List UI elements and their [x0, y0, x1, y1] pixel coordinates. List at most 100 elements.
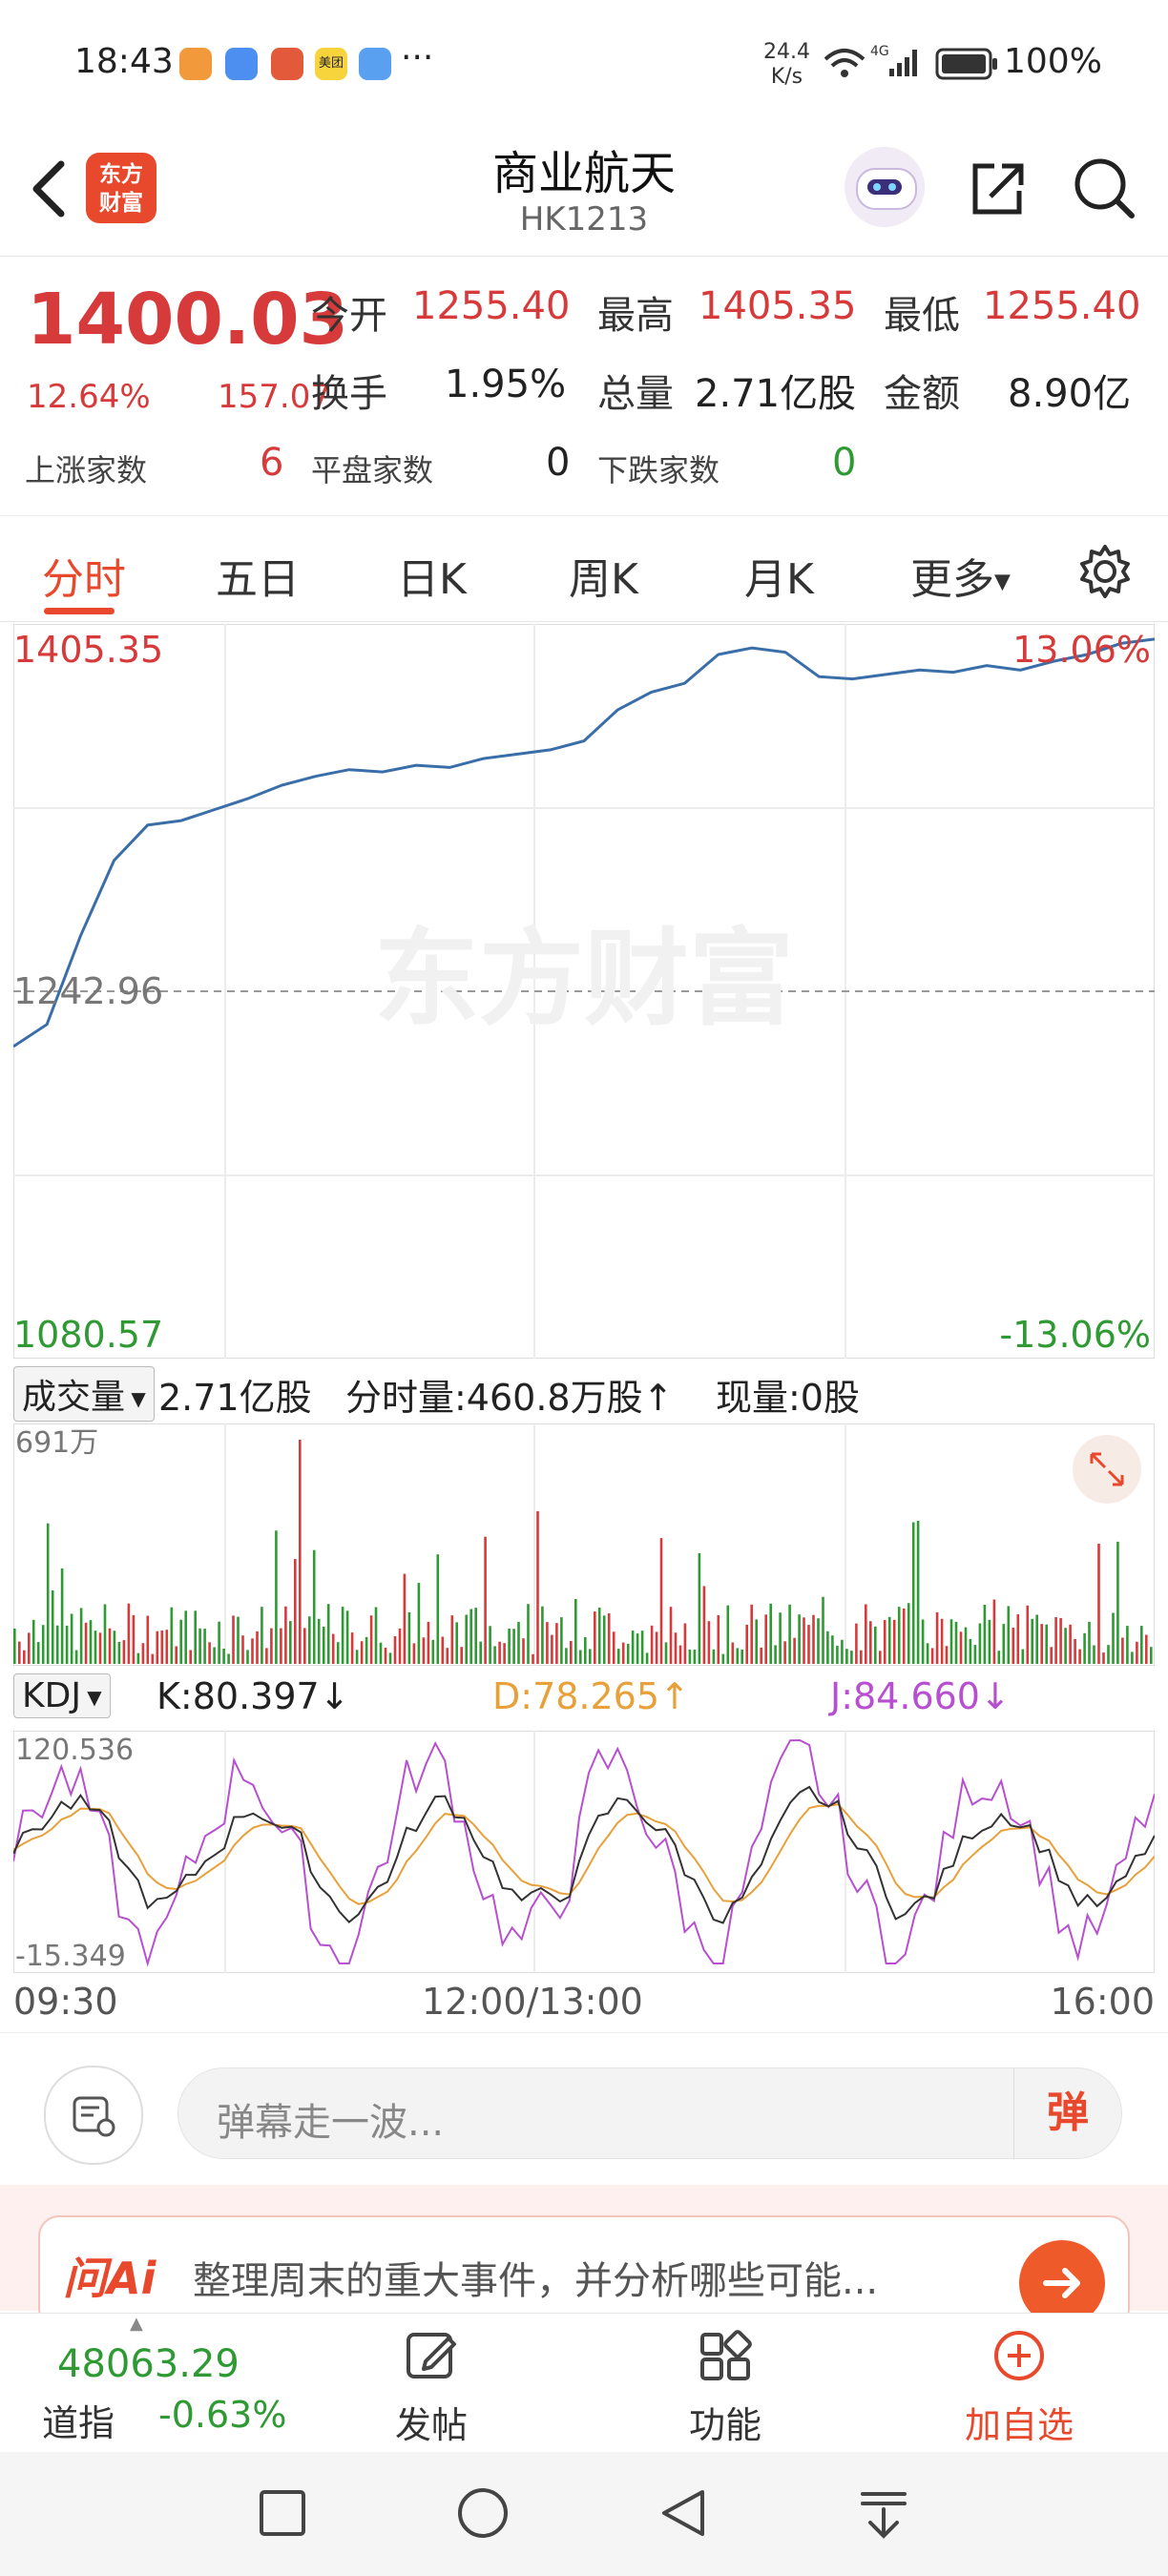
ai-assistant-robot-icon[interactable]	[845, 147, 925, 227]
time-axis: 09:30 12:00/13:00 16:00	[0, 1981, 1168, 2028]
notification-pulldown-icon[interactable]	[857, 2486, 910, 2540]
volume-bar	[798, 1614, 801, 1664]
volume-bar	[926, 1643, 929, 1664]
volume-bar	[897, 1607, 901, 1664]
danmu-settings-button[interactable]	[44, 2066, 143, 2165]
volume-value: 2.71亿股	[695, 372, 857, 416]
expand-chart-icon[interactable]	[1073, 1435, 1141, 1504]
tab-intraday[interactable]: 分时	[42, 545, 126, 606]
post-button[interactable]: 发帖	[345, 2314, 517, 2453]
volume-bar	[522, 1638, 525, 1664]
volume-bar	[108, 1628, 112, 1664]
tab-more[interactable]: 更多▼	[910, 545, 1011, 606]
volume-bar	[750, 1604, 753, 1664]
volume-bar	[1002, 1624, 1006, 1664]
ai-banner-area: 问Ai 整理周末的重大事件，并分析哪些可能...	[0, 2185, 1168, 2330]
volume-bar	[28, 1632, 31, 1664]
status-time: 18:43	[74, 42, 174, 81]
volume-label: 总量	[597, 372, 674, 416]
intraday-price-chart[interactable]: 东方财富 1405.35 13.06% 1242.96 1080.57 -13.…	[13, 624, 1155, 1359]
volume-bar	[312, 1549, 316, 1664]
volume-bar	[508, 1629, 511, 1664]
volume-bar	[612, 1631, 615, 1664]
volume-bar	[1107, 1645, 1110, 1664]
add-watchlist-button[interactable]: 加自选	[933, 2314, 1105, 2453]
recent-apps-square-icon[interactable]	[258, 2488, 307, 2538]
header: 东方 财富 商业航天 HK1213	[0, 134, 1168, 257]
tab-monthly-k[interactable]: 月K	[744, 545, 814, 606]
volume-bar	[678, 1645, 682, 1664]
volume-bar	[450, 1615, 454, 1664]
share-icon[interactable]	[964, 155, 1031, 221]
volume-bar	[726, 1605, 730, 1664]
volume-bar	[745, 1625, 748, 1664]
volume-bar	[479, 1641, 482, 1664]
change-percent: 12.64%	[27, 378, 151, 416]
low-label: 最低	[884, 294, 960, 338]
volume-bar	[532, 1653, 534, 1664]
volume-bar	[755, 1619, 758, 1664]
volume-bar	[822, 1596, 824, 1664]
danmu-send-button[interactable]: 弹	[1013, 2068, 1121, 2158]
volume-bar	[1126, 1626, 1129, 1664]
kdj-indicator-selector[interactable]: KDJ ▼	[13, 1673, 111, 1718]
status-bar: 18:43 美团 ··· 24.4 K/s 4G 100%	[0, 0, 1168, 134]
tab-daily-k[interactable]: 日K	[397, 545, 467, 606]
volume-bar	[594, 1611, 596, 1664]
volume-bar	[422, 1637, 426, 1664]
volume-bar	[436, 1554, 440, 1664]
volume-bar	[113, 1631, 116, 1664]
volume-bar	[284, 1606, 287, 1664]
volume-bar	[208, 1642, 211, 1664]
edit-icon	[407, 2333, 456, 2379]
volume-bar	[570, 1640, 573, 1664]
volume-bar	[308, 1616, 311, 1664]
volume-bar	[65, 1625, 69, 1664]
turnover-value: 1.95%	[445, 363, 567, 406]
volume-bar	[1116, 1541, 1119, 1664]
volume-bar	[94, 1631, 97, 1664]
danmu-input[interactable]: 弹幕走一波... 弹	[177, 2067, 1122, 2159]
index-ticker[interactable]: ▲ 48063.29 道指 -0.63%	[0, 2314, 315, 2453]
bottom-toolbar: ▲ 48063.29 道指 -0.63% 发帖 功能 加自选	[0, 2313, 1168, 2453]
home-circle-icon[interactable]	[456, 2486, 510, 2540]
back-triangle-icon[interactable]	[657, 2486, 710, 2540]
settings-gear-icon[interactable]	[1076, 543, 1134, 600]
kdj-d-value: D:78.265↑	[492, 1675, 690, 1717]
volume-bar	[1035, 1614, 1038, 1664]
volume-bar	[1021, 1649, 1025, 1664]
post-label: 发帖	[394, 2404, 468, 2446]
volume-bar	[707, 1621, 711, 1664]
turnover-label: 换手	[311, 372, 387, 416]
volume-bar	[13, 1629, 16, 1664]
search-icon[interactable]	[1071, 155, 1137, 221]
price-high-label: 1405.35	[13, 629, 163, 671]
volume-bar	[831, 1635, 834, 1664]
volume-bar	[698, 1553, 701, 1664]
volume-indicator-selector[interactable]: 成交量 ▼	[13, 1366, 155, 1422]
volume-bar	[484, 1536, 487, 1664]
open-value: 1255.40	[412, 284, 571, 328]
volume-bar	[1083, 1632, 1086, 1664]
volume-bar	[465, 1614, 468, 1664]
volume-bar	[446, 1648, 449, 1664]
kdj-k-value: K:80.397↓	[156, 1675, 350, 1717]
functions-button[interactable]: 功能	[639, 2314, 811, 2453]
volume-bar	[403, 1573, 407, 1664]
volume-bar	[969, 1638, 972, 1664]
volume-bar	[213, 1647, 216, 1664]
tab-five-day[interactable]: 五日	[216, 545, 300, 606]
volume-bar	[616, 1649, 620, 1664]
volume-bar	[1136, 1641, 1138, 1664]
volume-bar	[1131, 1652, 1134, 1664]
volume-bar	[427, 1621, 430, 1664]
chart-period-tabs: 分时 五日 日K 周K 月K 更多▼	[0, 515, 1168, 622]
more-notifications-icon: ···	[401, 38, 434, 77]
volume-bar	[98, 1632, 102, 1664]
ai-prompt-text: 整理周末的重大事件，并分析哪些可能...	[193, 2259, 879, 2303]
volume-bar	[883, 1620, 886, 1664]
kdj-chart: 120.536 -15.349	[13, 1731, 1155, 1973]
tab-weekly-k[interactable]: 周K	[569, 545, 638, 606]
active-tab-indicator	[44, 608, 115, 614]
price-low-label: 1080.57	[13, 1314, 163, 1356]
